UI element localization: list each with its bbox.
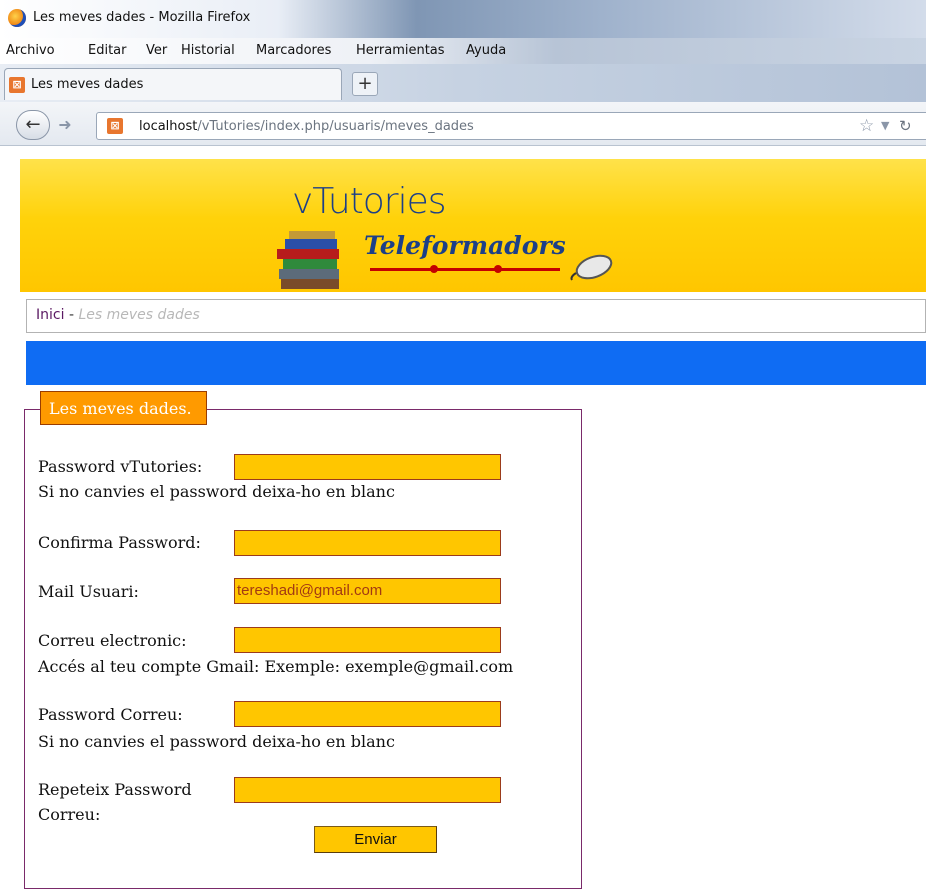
navigation-toolbar: ← ➜ ⊠ localhost/vTutories/index.php/usua… <box>0 102 926 146</box>
reload-icon[interactable]: ↻ <box>899 117 912 135</box>
brand-subtitle: Teleformadors <box>364 231 566 260</box>
menu-marcadores[interactable]: Marcadores <box>256 43 331 58</box>
correu-electronic-input[interactable] <box>234 627 501 653</box>
forward-button[interactable]: ➜ <box>54 114 76 136</box>
window-title: Les meves dades - Mozilla Firefox <box>33 10 251 25</box>
correu-electronic-hint: Accés al teu compte Gmail: Exemple: exem… <box>38 657 514 676</box>
decorative-line <box>370 268 560 271</box>
url-host: localhost <box>139 119 198 134</box>
menu-bar: Archivo Editar Ver Historial Marcadores … <box>0 38 926 64</box>
repeat-password-correu-label-line2: Correu: <box>38 805 101 824</box>
repeat-password-correu-label: Repeteix Password <box>38 780 192 799</box>
decorative-dot <box>494 265 502 273</box>
menu-herramientas[interactable]: Herramientas <box>356 43 445 58</box>
bookmark-star-icon[interactable]: ☆ <box>859 116 874 136</box>
password-correu-hint: Si no canvies el password deixa-ho en bl… <box>38 732 395 751</box>
menu-archivo[interactable]: Archivo <box>6 43 55 58</box>
url-path: /vTutories/index.php/usuaris/meves_dades <box>197 119 474 134</box>
tab-bar: ⊠ Les meves dades + <box>0 64 926 102</box>
site-banner: vTutories Teleformadors <box>20 159 926 292</box>
url-bar[interactable]: ⊠ localhost/vTutories/index.php/usuaris/… <box>96 112 926 140</box>
repeat-password-correu-input[interactable] <box>234 777 501 803</box>
page-content: vTutories Teleformadors Inici - Les meve… <box>0 147 926 892</box>
new-tab-button[interactable]: + <box>352 72 378 96</box>
submit-button[interactable]: Enviar <box>314 826 437 853</box>
mail-usuari-input[interactable]: tereshadi@gmail.com <box>234 578 501 604</box>
password-vtutories-hint: Si no canvies el password deixa-ho en bl… <box>38 482 395 501</box>
firefox-icon <box>8 9 26 27</box>
breadcrumb-separator: - <box>68 307 74 323</box>
form-legend: Les meves dades. <box>40 391 207 425</box>
computer-mouse-icon <box>570 254 613 281</box>
confirm-password-label: Confirma Password: <box>38 533 201 552</box>
breadcrumb-current: Les meves dades <box>78 307 200 323</box>
menu-editar[interactable]: Editar <box>88 43 127 58</box>
books-icon <box>277 231 339 289</box>
xampp-favicon-icon: ⊠ <box>9 77 25 93</box>
window-titlebar: Les meves dades - Mozilla Firefox <box>0 0 926 38</box>
decorative-dot <box>430 265 438 273</box>
correu-electronic-label: Correu electronic: <box>38 631 187 650</box>
tab-les-meves-dades[interactable]: ⊠ Les meves dades <box>4 68 342 100</box>
tab-label: Les meves dades <box>31 77 144 92</box>
brand-logo-text: vTutories <box>292 181 446 222</box>
password-vtutories-input[interactable] <box>234 454 501 480</box>
breadcrumb: Inici - Les meves dades <box>26 299 926 333</box>
xampp-favicon-icon: ⊠ <box>107 118 123 134</box>
menu-ver[interactable]: Ver <box>146 43 167 58</box>
mail-usuari-label: Mail Usuari: <box>38 582 139 601</box>
menu-ayuda[interactable]: Ayuda <box>466 43 506 58</box>
back-button[interactable]: ← <box>16 110 50 140</box>
confirm-password-input[interactable] <box>234 530 501 556</box>
history-dropdown-icon[interactable]: ▼ <box>881 119 889 132</box>
password-correu-label: Password Correu: <box>38 705 183 724</box>
password-correu-input[interactable] <box>234 701 501 727</box>
url-text[interactable]: localhost/vTutories/index.php/usuaris/me… <box>139 119 474 134</box>
password-vtutories-label: Password vTutories: <box>38 457 203 476</box>
menu-historial[interactable]: Historial <box>181 43 235 58</box>
breadcrumb-home-link[interactable]: Inici <box>36 307 64 323</box>
navigation-bar <box>26 341 926 385</box>
